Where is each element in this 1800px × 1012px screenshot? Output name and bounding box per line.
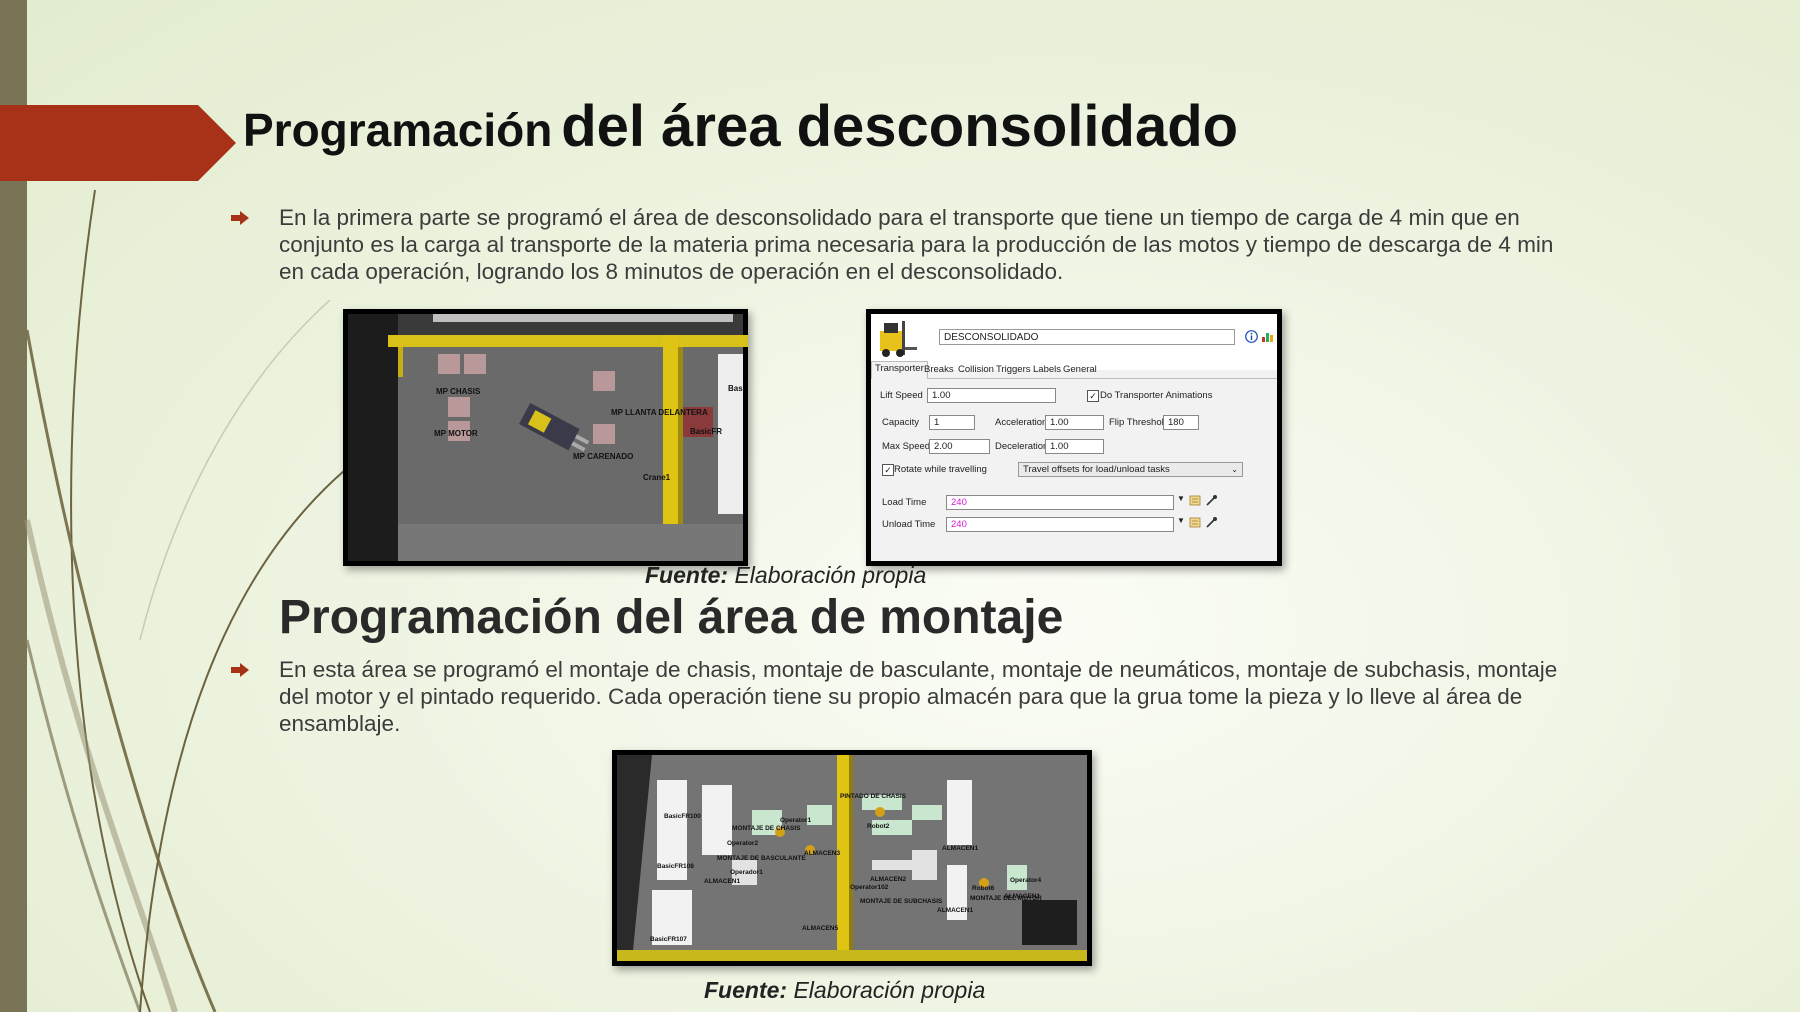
label-basic3: BasicFR107 xyxy=(650,936,687,943)
label-mp-llanta: MP LLANTA DELANTERA xyxy=(611,408,708,417)
caption-source-text: Elaboración propia xyxy=(734,562,927,588)
deceleration-field[interactable]: 1.00 xyxy=(1045,439,1104,454)
label-almacen3: ALMACEN3 xyxy=(804,850,840,857)
simulation-screenshot-montaje: PINTADO DE CHASIS BasicFR100 Operator1 R… xyxy=(612,750,1092,966)
paragraph-desconsolidado: En la primera parte se programó el área … xyxy=(279,205,1554,284)
label-operator4: Operator4 xyxy=(1010,877,1041,884)
page-title: Programación del área desconsolidado xyxy=(243,92,1238,170)
offsets-select[interactable]: Travel offsets for load/unload tasks ⌄ xyxy=(1018,462,1243,477)
load-time-field[interactable]: 240 xyxy=(946,495,1174,510)
caption-montaje: Fuente: Elaboración propia xyxy=(704,977,985,1004)
tab-triggers[interactable]: Triggers xyxy=(993,363,1034,377)
tab-transporter[interactable]: Transporter xyxy=(871,361,928,379)
tab-collision[interactable]: Collision xyxy=(955,363,997,377)
tab-breaks[interactable]: Breaks xyxy=(921,363,957,377)
label-mp-carenado: MP CARENADO xyxy=(573,452,633,461)
properties-window: DESCONSOLIDADO Transporter Breaks Collis… xyxy=(871,314,1277,561)
eyedropper-icon[interactable] xyxy=(1205,516,1218,529)
flip-threshold-field[interactable]: 180 xyxy=(1163,415,1199,430)
caption-source-text: Elaboración propia xyxy=(793,977,986,1003)
title-part-1: Programación xyxy=(243,104,553,156)
info-icon[interactable] xyxy=(1245,330,1258,343)
capacity-label: Capacity xyxy=(882,417,919,428)
arrow-bullet-icon xyxy=(231,211,249,225)
label-mp-chasis: MP CHASIS xyxy=(436,387,481,396)
label-basic-a: Bas xyxy=(728,384,743,393)
label-pintado: PINTADO DE CHASIS xyxy=(840,793,907,800)
title-part-2: del área desconsolidado xyxy=(561,94,1239,159)
max-speed-label: Max Speed xyxy=(882,441,931,452)
capacity-field[interactable]: 1 xyxy=(929,415,975,430)
flip-threshold-label: Flip Threshold xyxy=(1109,417,1170,428)
label-almacen1: ALMACEN1 xyxy=(942,845,978,852)
tab-general[interactable]: General xyxy=(1060,363,1100,377)
template-icon[interactable] xyxy=(1189,494,1202,507)
transporter-properties-screenshot: DESCONSOLIDADO Transporter Breaks Collis… xyxy=(866,309,1282,566)
label-almacen-main: ALMACEN1 xyxy=(704,878,740,885)
caption-source-label: Fuente: xyxy=(645,562,729,588)
flexsim-assembly-view: PINTADO DE CHASIS BasicFR100 Operator1 R… xyxy=(617,755,1087,961)
section-title-montaje: Programación del área de montaje xyxy=(279,591,1064,644)
chevron-down-icon: ⌄ xyxy=(1231,465,1238,474)
dropdown-arrow-icon[interactable]: ▼ xyxy=(1177,494,1185,503)
label-robot2: Robot2 xyxy=(867,823,890,830)
load-time-label: Load Time xyxy=(882,497,927,508)
dropdown-arrow-icon[interactable]: ▼ xyxy=(1177,516,1185,525)
template-icon[interactable] xyxy=(1189,516,1202,529)
label-basic-b: BasicFR xyxy=(690,427,722,436)
offsets-selected-value: Travel offsets for load/unload tasks xyxy=(1023,464,1170,475)
label-crane: Crane1 xyxy=(643,473,671,482)
simulation-screenshot-desconsolidado: MP CHASIS MP MOTOR MP LLANTA DELANTERA M… xyxy=(343,309,748,566)
max-speed-field[interactable]: 2.00 xyxy=(929,439,990,454)
label-montaje-subchasis: MONTAJE DE SUBCHASIS xyxy=(860,898,943,905)
label-operator2: Operator2 xyxy=(727,840,758,847)
paragraph-montaje: En esta área se programó el montaje de c… xyxy=(279,657,1558,736)
label-montaje-basculante: MONTAJE DE BASCULANTE xyxy=(717,855,806,862)
title-arrow-banner xyxy=(0,105,236,181)
properties-tabs: Transporter Breaks Collision Triggers La… xyxy=(871,361,1277,379)
animations-checkbox[interactable]: ✓ xyxy=(1087,390,1099,402)
object-name-field[interactable]: DESCONSOLIDADO xyxy=(939,329,1235,345)
tab-labels[interactable]: Labels xyxy=(1030,363,1064,377)
unload-time-label: Unload Time xyxy=(882,519,936,530)
label-operator102: Operator102 xyxy=(850,884,889,891)
acceleration-label: Acceleration xyxy=(995,417,1048,428)
chart-icon[interactable] xyxy=(1261,330,1274,343)
unload-time-field[interactable]: 240 xyxy=(946,517,1174,532)
label-operador1: Operador1 xyxy=(730,869,763,876)
caption-source-label: Fuente: xyxy=(704,977,788,1003)
lift-speed-label: Lift Speed xyxy=(880,390,923,401)
eyedropper-icon[interactable] xyxy=(1205,494,1218,507)
label-almacen5: ALMACEN5 xyxy=(802,925,838,932)
deceleration-label: Deceleration xyxy=(995,441,1049,452)
flexsim-scene-view: MP CHASIS MP MOTOR MP LLANTA DELANTERA M… xyxy=(348,314,748,561)
label-basic1: BasicFR100 xyxy=(664,813,701,820)
caption-desconsolidado: Fuente: Elaboración propia xyxy=(645,562,926,589)
label-robot6: Robot6 xyxy=(972,885,995,892)
label-mp-motor: MP MOTOR xyxy=(434,429,478,438)
rotate-label: Rotate while travelling xyxy=(894,464,987,475)
label-montaje-chasis: MONTAJE DE CHASIS xyxy=(732,825,801,832)
label-almacen-right: ALMACEN1 xyxy=(1004,893,1040,900)
label-almacen-low: ALMACEN1 xyxy=(937,907,973,914)
animations-label: Do Transporter Animations xyxy=(1100,390,1213,401)
label-operator1: Operator1 xyxy=(780,817,811,824)
acceleration-field[interactable]: 1.00 xyxy=(1045,415,1104,430)
label-basic2: BasicFR108 xyxy=(657,863,694,870)
lift-speed-field[interactable]: 1.00 xyxy=(927,388,1056,403)
rotate-checkbox[interactable]: ✓ xyxy=(882,464,894,476)
label-almacen2: ALMACEN2 xyxy=(870,876,906,883)
transporter-icon xyxy=(880,321,917,357)
arrow-bullet-icon xyxy=(231,663,249,677)
